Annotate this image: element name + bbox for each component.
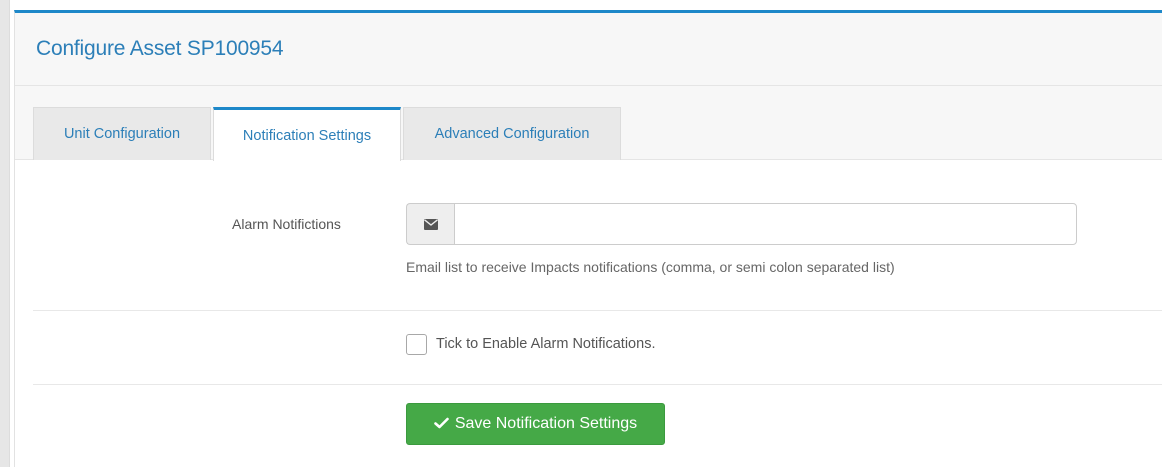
enable-notifications-row: Tick to Enable Alarm Notifications. — [33, 311, 1162, 385]
alarm-notifications-help-text: Email list to receive Impacts notificati… — [406, 259, 895, 275]
save-button-label: Save Notification Settings — [454, 415, 638, 432]
page-title: Configure Asset SP100954 — [36, 37, 284, 60]
alarm-notifications-label: Alarm Notifictions — [232, 216, 341, 232]
save-row: Save Notification Settings — [33, 385, 1162, 467]
panel-header: Configure Asset SP100954 — [15, 13, 1162, 86]
save-notification-settings-button[interactable]: Save Notification Settings — [406, 403, 665, 445]
top-gap — [10, 0, 1162, 10]
enable-alarm-notifications-checkbox[interactable] — [406, 334, 427, 355]
enable-alarm-notifications-label[interactable]: Tick to Enable Alarm Notifications. — [436, 336, 655, 352]
envelope-icon — [406, 203, 454, 245]
sidebar-edge — [0, 0, 10, 467]
tab-notification-settings[interactable]: Notification Settings — [213, 107, 401, 161]
alarm-notifications-row: Alarm Notifictions Email list to receive… — [33, 160, 1162, 311]
alarm-notifications-input-group — [406, 203, 1077, 245]
tab-advanced-configuration[interactable]: Advanced Configuration — [403, 107, 621, 160]
configure-asset-panel: Configure Asset SP100954 Unit Configurat… — [14, 10, 1162, 467]
panel-body: Unit Configuration Notification Settings… — [15, 86, 1162, 467]
alarm-notifications-input[interactable] — [454, 203, 1077, 245]
check-icon — [434, 416, 449, 433]
tab-unit-configuration[interactable]: Unit Configuration — [33, 107, 211, 160]
tabs-bar: Unit Configuration Notification Settings… — [15, 86, 1162, 161]
